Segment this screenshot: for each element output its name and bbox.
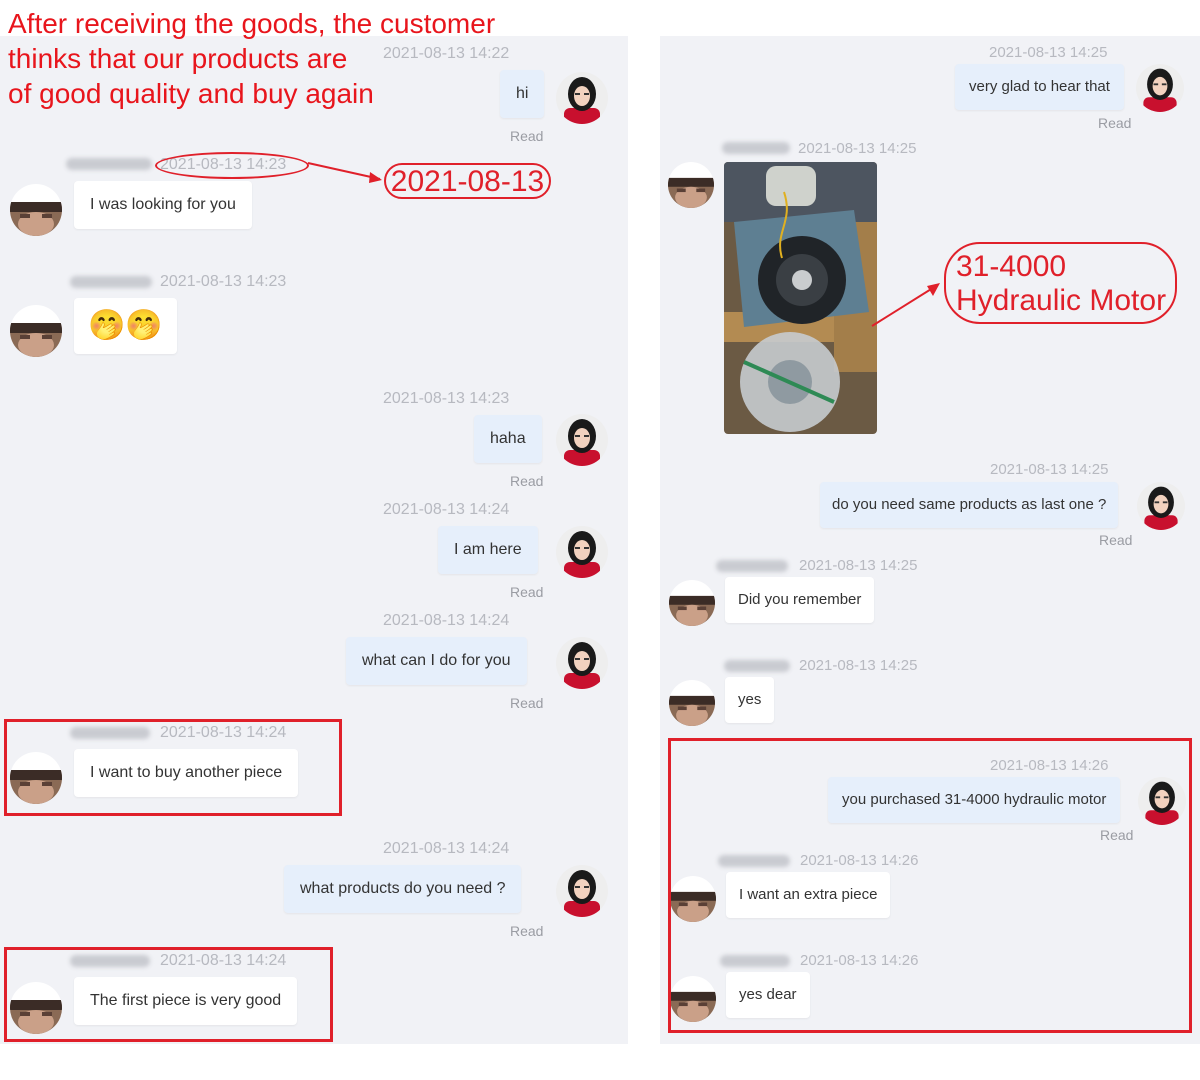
incoming-message: I was looking for you <box>74 181 252 229</box>
outgoing-message: what products do you need ? <box>284 865 522 913</box>
agent-avatar <box>556 414 608 466</box>
read-receipt: Read <box>510 584 544 600</box>
agent-avatar <box>1136 64 1184 112</box>
customer-avatar <box>669 580 715 626</box>
blurred-customer-name <box>66 158 152 170</box>
read-receipt: Read <box>510 473 544 489</box>
blurred-customer-name <box>716 560 788 572</box>
highlight-box <box>4 719 342 816</box>
read-receipt: Read <box>510 128 544 144</box>
outgoing-message: very glad to hear that <box>955 64 1124 110</box>
hydraulic-motor-photo[interactable] <box>724 162 877 434</box>
headline-line-3: of good quality and buy again <box>8 78 374 109</box>
outgoing-message: haha <box>474 415 542 463</box>
message-timestamp: 2021-08-13 14:25 <box>799 657 918 674</box>
highlight-box <box>668 738 1192 1033</box>
outgoing-message: hi <box>500 70 545 118</box>
headline-line-1: After receiving the goods, the customer <box>8 8 496 39</box>
incoming-message: yes <box>725 677 775 723</box>
message-timestamp: 2021-08-13 14:24 <box>383 840 510 857</box>
callout-arrow <box>871 283 940 327</box>
outgoing-message: I am here <box>438 526 538 574</box>
blurred-customer-name <box>722 142 790 154</box>
blurred-customer-name <box>70 276 152 288</box>
agent-avatar <box>1137 482 1185 530</box>
read-receipt: Read <box>1098 115 1132 131</box>
highlight-box <box>4 947 333 1042</box>
outgoing-message: what can I do for you <box>346 637 527 685</box>
message-timestamp: 2021-08-13 14:22 <box>383 45 510 62</box>
message-timestamp: 2021-08-13 14:23 <box>383 390 510 407</box>
customer-avatar <box>669 680 715 726</box>
product-callout-line-1: 31-4000 <box>956 250 1067 283</box>
message-timestamp: 2021-08-13 14:25 <box>990 461 1109 478</box>
incoming-emoji-message: 🤭🤭 <box>74 298 177 354</box>
agent-avatar <box>556 526 608 578</box>
agent-avatar <box>556 637 608 689</box>
timestamp-highlight-ellipse <box>155 152 309 179</box>
product-callout: 31-4000 Hydraulic Motor <box>944 242 1177 324</box>
read-receipt: Read <box>1099 532 1133 548</box>
agent-avatar <box>556 72 608 124</box>
read-receipt: Read <box>510 695 544 711</box>
agent-avatar <box>556 865 608 917</box>
message-timestamp: 2021-08-13 14:25 <box>799 557 918 574</box>
message-timestamp: 2021-08-13 14:25 <box>989 44 1108 61</box>
read-receipt: Read <box>510 923 544 939</box>
product-callout-line-2: Hydraulic Motor <box>956 284 1167 317</box>
outgoing-message: do you need same products as last one ? <box>820 482 1119 528</box>
incoming-message: Did you remember <box>725 577 875 623</box>
message-timestamp: 2021-08-13 14:23 <box>160 273 287 290</box>
customer-avatar <box>668 162 714 208</box>
message-timestamp: 2021-08-13 14:25 <box>798 140 917 157</box>
message-timestamp: 2021-08-13 14:24 <box>383 501 510 518</box>
callout-arrow <box>307 162 382 183</box>
date-callout: 2021-08-13 <box>384 163 551 199</box>
customer-avatar <box>10 184 62 236</box>
headline-line-2: thinks that our products are <box>8 43 348 74</box>
message-timestamp: 2021-08-13 14:24 <box>383 612 510 629</box>
customer-avatar <box>10 305 62 357</box>
blurred-customer-name <box>724 660 790 672</box>
